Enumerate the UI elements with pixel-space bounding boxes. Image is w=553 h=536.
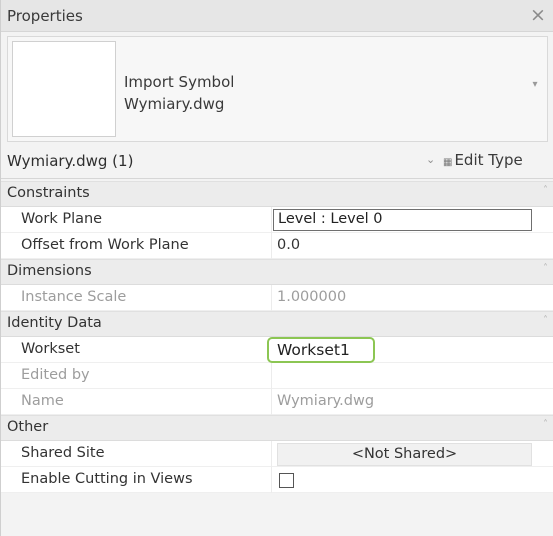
offset-field[interactable]: 0.0	[277, 237, 300, 253]
family-name: Import Symbol	[124, 73, 235, 91]
column-divider	[271, 363, 272, 389]
type-dropdown-icon[interactable]: ▾	[527, 77, 543, 93]
group-label: Constraints	[7, 185, 90, 201]
group-other[interactable]: Other ˄	[1, 415, 553, 441]
group-identity-data[interactable]: Identity Data ˄	[1, 311, 553, 337]
group-label: Other	[7, 419, 49, 435]
shared-site-button[interactable]: <Not Shared>	[277, 443, 532, 466]
column-divider	[271, 467, 272, 493]
group-label: Dimensions	[7, 263, 92, 279]
properties-grid: Constraints ˄ Work Plane Level : Level 0…	[1, 181, 553, 493]
group-label: Identity Data	[7, 315, 102, 331]
title-bar[interactable]: Properties ×	[1, 0, 553, 32]
collapse-icon[interactable]: ˄	[543, 315, 548, 326]
edit-type-label: Edit Type	[454, 151, 523, 169]
column-divider	[271, 233, 272, 259]
column-divider	[271, 389, 272, 415]
property-row-name: Name Wymiary.dwg	[1, 389, 553, 415]
edit-type-button[interactable]: ▦ Edit Type	[443, 151, 523, 169]
workset-field-highlighted[interactable]: Workset1	[267, 337, 375, 363]
property-row-offset: Offset from Work Plane 0.0	[1, 233, 553, 259]
instance-filter-label: Wymiary.dwg (1)	[7, 152, 134, 170]
collapse-icon[interactable]: ˄	[543, 185, 548, 196]
group-constraints[interactable]: Constraints ˄	[1, 181, 553, 207]
palette-title: Properties	[7, 7, 83, 25]
type-name: Wymiary.dwg	[124, 95, 225, 113]
property-name: Work Plane	[21, 211, 103, 227]
column-divider	[271, 207, 272, 233]
property-name: Shared Site	[21, 445, 105, 461]
property-value: Workset1	[277, 341, 350, 359]
property-name: Workset	[21, 341, 80, 357]
instance-scale-value: 1.000000	[277, 289, 347, 305]
property-name: Edited by	[21, 367, 90, 383]
property-name: Name	[21, 393, 64, 409]
property-row-enable-cutting: Enable Cutting in Views	[1, 467, 553, 493]
property-value: Level : Level 0	[278, 211, 383, 227]
chevron-down-icon[interactable]: ⌄	[426, 153, 435, 166]
type-preview-image	[12, 41, 116, 137]
property-row-work-plane: Work Plane Level : Level 0	[1, 207, 553, 233]
work-plane-field[interactable]: Level : Level 0	[273, 209, 532, 231]
property-row-edited-by: Edited by	[1, 363, 553, 389]
type-selector[interactable]: Import Symbol Wymiary.dwg ▾	[7, 36, 548, 142]
property-row-shared-site: Shared Site <Not Shared>	[1, 441, 553, 467]
enable-cutting-checkbox[interactable]	[279, 473, 294, 488]
property-row-workset: Workset Workset1	[1, 337, 553, 363]
collapse-icon[interactable]: ˄	[543, 419, 548, 430]
property-row-instance-scale: Instance Scale 1.000000	[1, 285, 553, 311]
column-divider	[271, 285, 272, 311]
edit-type-icon: ▦	[443, 157, 453, 168]
properties-palette: Properties × Import Symbol Wymiary.dwg ▾…	[0, 0, 553, 536]
instance-filter[interactable]: Wymiary.dwg (1) ⌄ ▦ Edit Type	[1, 146, 553, 179]
group-dimensions[interactable]: Dimensions ˄	[1, 259, 553, 285]
collapse-icon[interactable]: ˄	[543, 263, 548, 274]
property-name: Offset from Work Plane	[21, 237, 189, 253]
property-name: Enable Cutting in Views	[21, 471, 193, 487]
close-icon[interactable]: ×	[528, 4, 548, 26]
column-divider	[271, 441, 272, 467]
property-name: Instance Scale	[21, 289, 127, 305]
name-value: Wymiary.dwg	[277, 393, 375, 409]
